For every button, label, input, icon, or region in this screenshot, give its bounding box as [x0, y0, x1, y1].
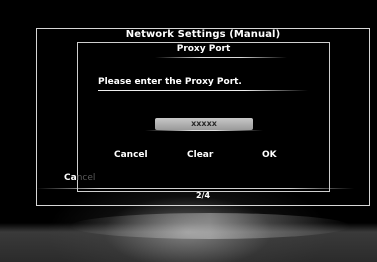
background-cancel-visible: Ca [64, 173, 77, 183]
proxy-port-prompt: Please enter the Proxy Port. [98, 77, 242, 87]
page-indicator: 2/4 [195, 191, 211, 200]
clear-button[interactable]: Clear [187, 150, 213, 160]
network-settings-title: Network Settings (Manual) [125, 29, 281, 40]
input-underline [145, 130, 263, 131]
proxy-port-input[interactable]: xxxxx [155, 118, 253, 130]
footer-divider [36, 188, 354, 189]
background-cancel-faded: ncel [76, 173, 96, 183]
proxy-port-dialog [77, 42, 330, 192]
proxy-port-title: Proxy Port [176, 44, 231, 54]
background-cancel-option: Cancel [64, 173, 95, 183]
dialog-title-divider [155, 57, 287, 58]
prompt-divider [98, 90, 308, 91]
screen-sheen [70, 213, 350, 239]
ok-button[interactable]: OK [262, 150, 277, 160]
cancel-button[interactable]: Cancel [114, 150, 148, 160]
